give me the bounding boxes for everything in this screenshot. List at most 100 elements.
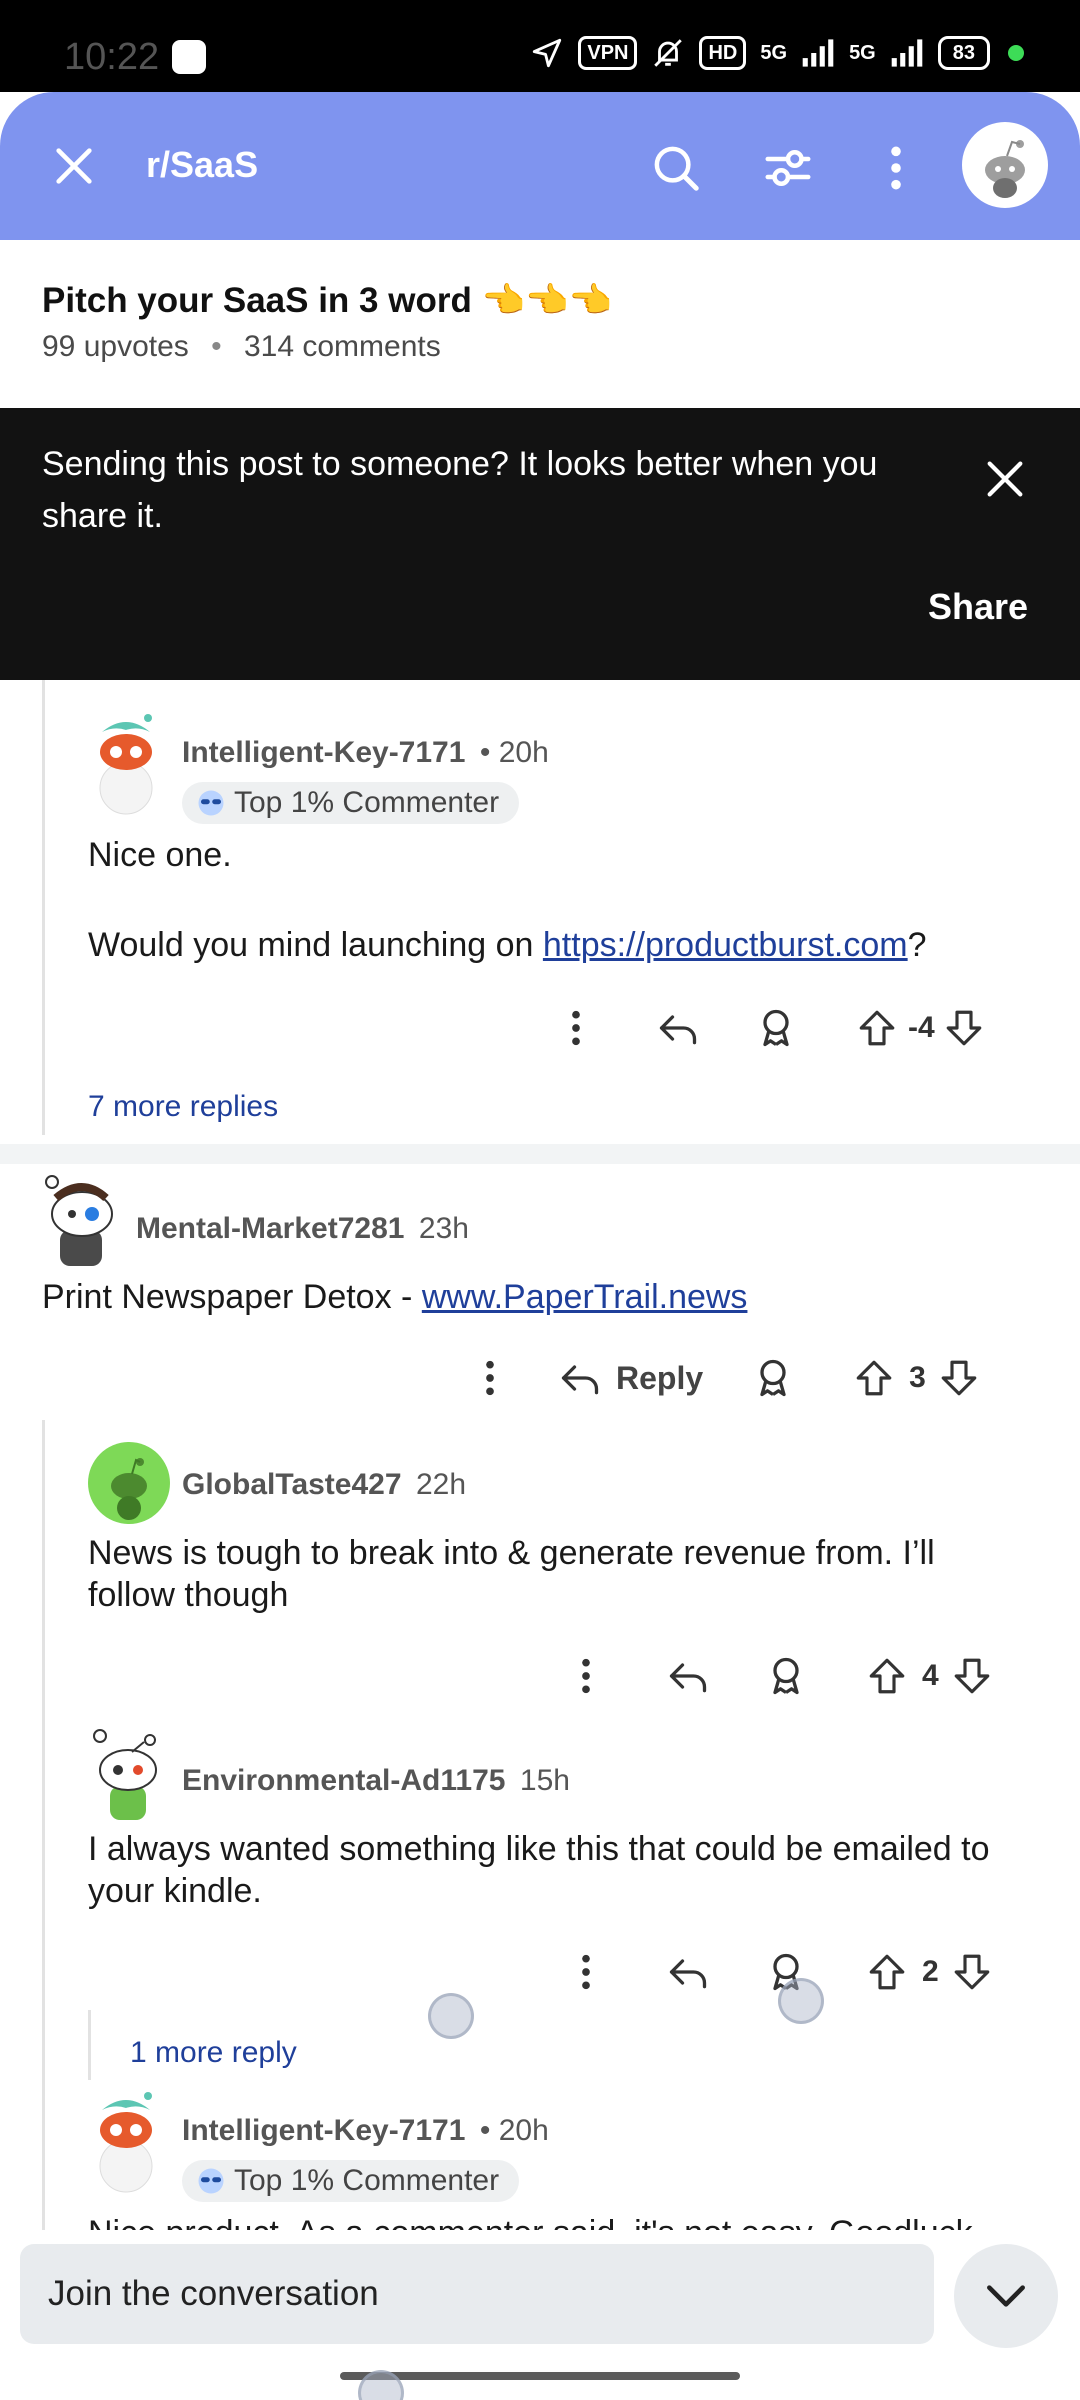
signal-5g-1: 5G — [760, 41, 788, 64]
subreddit-name[interactable]: r/SaaS — [146, 144, 258, 186]
thread-line-2 — [42, 1420, 45, 2230]
upvote-arrow-icon — [869, 1658, 905, 1694]
join-placeholder: Join the conversation — [48, 2274, 379, 2313]
more-replies-link[interactable]: 7 more replies — [88, 1090, 278, 1124]
reply-button[interactable] — [666, 1942, 716, 2002]
screen: 10:22 VPN HD 5G 5G 83 r/SaaS Pitch your … — [0, 0, 1080, 2400]
toast-message: Sending this post to someone? It looks b… — [42, 445, 878, 535]
close-icon — [987, 461, 1023, 497]
post-title[interactable]: Pitch your SaaS in 3 word 👈👈👈 — [42, 280, 612, 321]
avatar[interactable] — [88, 2086, 164, 2196]
close-icon — [56, 148, 92, 184]
meta-separator: • — [211, 330, 222, 363]
post-meta: 99 upvotes • 314 comments — [42, 330, 441, 364]
more-options-button[interactable] — [470, 1348, 510, 1408]
comment-author[interactable]: Intelligent-Key-7171 — [182, 736, 465, 769]
comment-actions: Reply 3 — [470, 1346, 982, 1410]
sunglasses-icon — [198, 790, 224, 816]
reply-button[interactable]: Reply — [558, 1348, 703, 1408]
comment-time: 22h — [416, 1468, 467, 1501]
reply-icon — [669, 1663, 707, 1693]
join-conversation-input[interactable]: Join the conversation — [20, 2244, 934, 2344]
downvote-button[interactable] — [943, 998, 987, 1058]
comment-body: Nice one. Would you mind launching on ht… — [88, 834, 1048, 966]
battery-icon: 83 — [937, 36, 990, 70]
touch-indicator — [428, 1993, 474, 2039]
comment-count: 314 comments — [243, 330, 441, 363]
collapse-button[interactable] — [954, 2244, 1058, 2348]
vpn-icon: VPN — [578, 36, 638, 70]
comment-author[interactable]: GlobalTaste427 — [182, 1468, 402, 1501]
downvote-button[interactable] — [951, 1646, 995, 1706]
comment-text-line: Nice one. — [88, 836, 232, 874]
sunglasses-icon — [198, 2168, 224, 2194]
award-button[interactable] — [764, 1646, 814, 1706]
more-replies-link[interactable]: 1 more reply — [130, 2036, 297, 2070]
thread-divider — [0, 1144, 1080, 1164]
comment-author[interactable]: Mental-Market7281 — [136, 1212, 404, 1245]
comment-header: GlobalTaste427 22h — [182, 1468, 466, 1502]
home-indicator[interactable] — [340, 2372, 740, 2380]
comment-link[interactable]: https://productburst.com — [543, 926, 908, 964]
close-button[interactable] — [40, 132, 108, 200]
share-toast: Sending this post to someone? It looks b… — [0, 408, 1080, 680]
award-button[interactable] — [751, 1348, 801, 1408]
signal-bars-icon-2 — [891, 39, 923, 67]
upvote-count: 99 upvotes — [42, 330, 189, 363]
thread-line — [42, 680, 45, 1135]
award-icon — [760, 1359, 786, 1397]
chevron-down-icon — [987, 2285, 1025, 2307]
kebab-menu-icon — [582, 1658, 590, 1694]
comment-author[interactable]: Intelligent-Key-7171 — [182, 2114, 465, 2147]
comment-link[interactable]: www.PaperTrail.news — [422, 1278, 748, 1316]
status-icons: VPN HD 5G 5G 83 — [530, 36, 1024, 70]
comment-text: Print Newspaper Detox - — [42, 1278, 422, 1316]
badge-label: Top 1% Commenter — [234, 786, 500, 819]
downvote-button[interactable] — [951, 1942, 995, 2002]
status-bar: 10:22 VPN HD 5G 5G 83 — [0, 0, 1080, 92]
more-options-button[interactable] — [556, 998, 596, 1058]
upvote-arrow-icon — [859, 1010, 895, 1046]
upvote-button[interactable] — [866, 1646, 910, 1706]
snoo-avatar-icon — [99, 714, 153, 815]
filter-icon — [765, 150, 811, 186]
upvote-button[interactable] — [866, 1942, 910, 2002]
comment-time: • 20h — [479, 736, 549, 769]
comment-author[interactable]: Environmental-Ad1175 — [182, 1764, 505, 1797]
comment-header: Environmental-Ad1175 15h — [182, 1764, 570, 1798]
thread-line-3 — [88, 2010, 91, 2080]
search-button[interactable] — [640, 132, 712, 204]
filter-button[interactable] — [752, 132, 824, 204]
comment-time: • 20h — [479, 2114, 549, 2147]
reply-button[interactable] — [656, 998, 706, 1058]
app-bar: r/SaaS — [0, 92, 1080, 240]
touch-indicator — [778, 1978, 824, 2024]
snoo-avatar-icon — [93, 1729, 157, 1820]
more-options-button[interactable] — [566, 1942, 606, 2002]
app-notification-icon — [172, 40, 206, 74]
snoo-avatar-icon — [985, 140, 1025, 198]
avatar[interactable] — [88, 1442, 170, 1524]
vote-score: 3 — [909, 1361, 926, 1394]
comment-header: Intelligent-Key-7171 • 20h — [182, 2114, 549, 2148]
avatar[interactable] — [88, 1724, 168, 1824]
commenter-badge: Top 1% Commenter — [182, 2160, 520, 2202]
search-icon — [654, 146, 699, 191]
reply-button[interactable] — [666, 1646, 716, 1706]
user-avatar[interactable] — [962, 122, 1048, 208]
upvote-button[interactable] — [853, 1348, 897, 1408]
avatar[interactable] — [42, 1170, 120, 1266]
downvote-arrow-icon — [954, 1658, 990, 1694]
more-options-button[interactable] — [860, 132, 932, 204]
upvote-button[interactable] — [856, 998, 900, 1058]
share-button[interactable]: Share — [928, 586, 1028, 628]
snoo-avatar-icon — [99, 2092, 153, 2193]
more-options-button[interactable] — [566, 1646, 606, 1706]
reply-icon — [669, 1959, 707, 1989]
avatar[interactable] — [88, 708, 164, 818]
comment-body: I always wanted something like this that… — [88, 1830, 990, 1910]
downvote-button[interactable] — [938, 1348, 982, 1408]
toast-close-button[interactable] — [982, 456, 1028, 507]
comment-actions: 4 — [566, 1644, 995, 1708]
award-button[interactable] — [754, 998, 804, 1058]
